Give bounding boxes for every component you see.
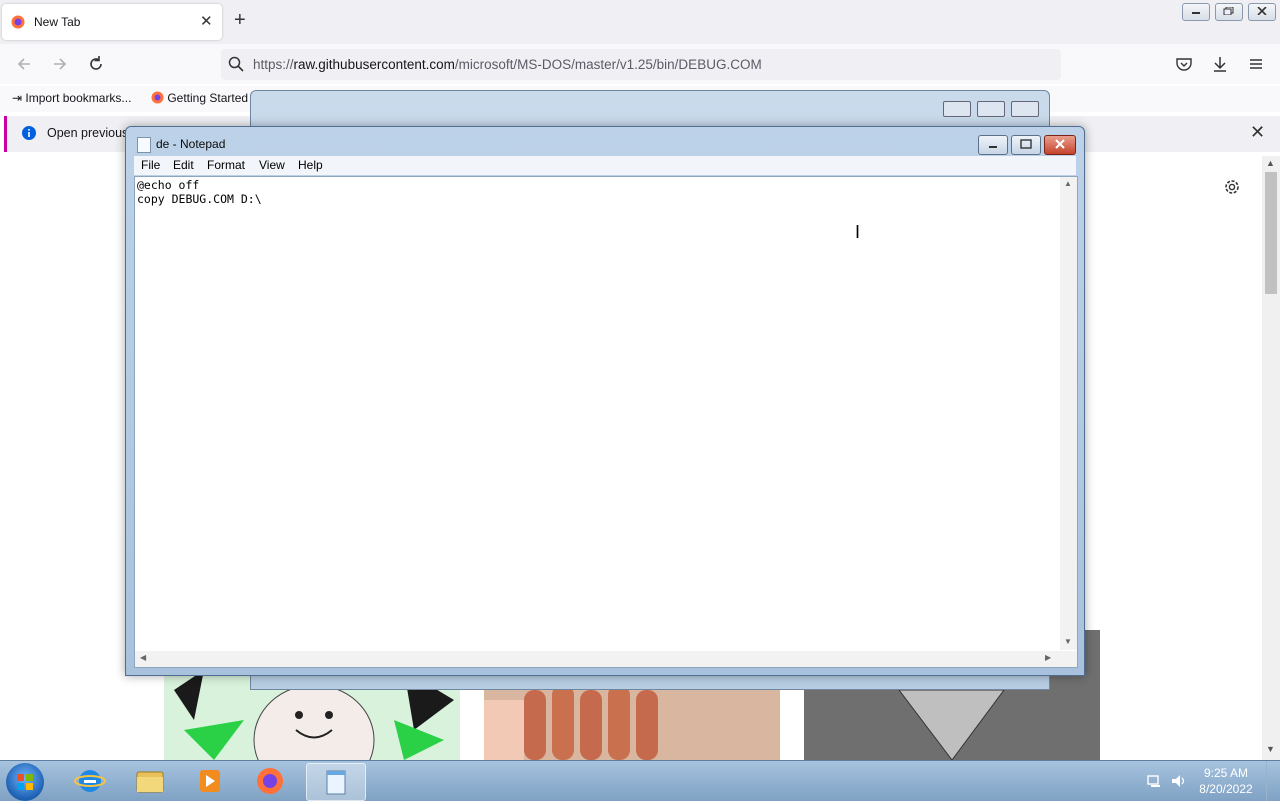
scrollbar-thumb[interactable] xyxy=(1265,172,1277,294)
notepad-text-area[interactable]: @echo off copy DEBUG.COM D:\ ▲ ▼ ◀ ▶ xyxy=(134,176,1078,668)
show-desktop-button[interactable] xyxy=(1266,761,1280,801)
minimize-button[interactable] xyxy=(943,101,971,117)
folder-icon xyxy=(136,771,164,793)
reload-button[interactable] xyxy=(86,54,106,74)
close-icon[interactable]: ✕ xyxy=(200,12,213,30)
tab-new-tab[interactable]: New Tab ✕ xyxy=(2,4,222,40)
url-path: /microsoft/MS-DOS/master/v1.25/bin/DEBUG… xyxy=(454,57,762,72)
maximize-button[interactable] xyxy=(977,101,1005,117)
internet-explorer-icon xyxy=(74,770,106,792)
pocket-button[interactable] xyxy=(1174,54,1194,74)
minimize-button[interactable] xyxy=(1182,3,1210,21)
close-window-button[interactable] xyxy=(1044,135,1076,155)
menu-edit[interactable]: Edit xyxy=(173,158,194,172)
import-icon: ⇥ xyxy=(12,91,23,105)
url-prefix: https:// xyxy=(253,57,294,72)
notepad-icon xyxy=(326,770,346,795)
url-host: raw.githubusercontent.com xyxy=(293,57,455,72)
taskbar-media-player[interactable] xyxy=(182,763,238,799)
gear-icon[interactable] xyxy=(1222,177,1242,197)
notification-message: Open previous xyxy=(47,126,129,140)
arrow-right-icon xyxy=(54,58,67,70)
scroll-down-icon[interactable]: ▼ xyxy=(1266,744,1275,754)
restore-button[interactable] xyxy=(1215,3,1243,21)
url-bar[interactable]: https://raw.githubusercontent.com/micros… xyxy=(221,49,1061,80)
close-window-button[interactable] xyxy=(1248,3,1276,21)
reload-icon xyxy=(90,56,102,70)
tab-strip: New Tab ✕ + xyxy=(0,0,1280,44)
media-player-icon xyxy=(200,770,220,792)
maximize-button[interactable] xyxy=(1011,135,1041,155)
text-cursor-icon: I xyxy=(855,222,861,242)
taskbar: 9:25 AM 8/20/2022 xyxy=(0,760,1280,801)
firefox-icon xyxy=(257,768,283,794)
hamburger-icon xyxy=(1250,59,1262,69)
taskbar-notepad[interactable] xyxy=(306,763,366,801)
close-icon[interactable]: ✕ xyxy=(1250,122,1265,143)
close-window-button[interactable] xyxy=(1011,101,1039,117)
firefox-icon xyxy=(11,15,25,32)
scroll-right-icon[interactable]: ▶ xyxy=(1045,653,1051,662)
notepad-vertical-scrollbar[interactable]: ▲ ▼ xyxy=(1060,177,1077,650)
scroll-up-icon[interactable]: ▲ xyxy=(1064,179,1072,188)
downloads-button[interactable] xyxy=(1210,54,1230,74)
scroll-left-icon[interactable]: ◀ xyxy=(140,653,146,662)
new-tab-button[interactable]: + xyxy=(234,9,246,32)
volume-icon[interactable] xyxy=(1170,773,1188,789)
app-menu-button[interactable] xyxy=(1246,54,1266,74)
download-icon xyxy=(1214,57,1226,72)
scroll-down-icon[interactable]: ▼ xyxy=(1064,637,1072,646)
taskbar-explorer[interactable] xyxy=(122,763,178,799)
menu-file[interactable]: File xyxy=(141,158,160,172)
getting-started-link[interactable]: Getting Started xyxy=(151,91,248,105)
start-button[interactable] xyxy=(6,763,44,801)
taskbar-internet-explorer[interactable] xyxy=(62,763,118,799)
import-bookmarks-label: Import bookmarks... xyxy=(25,91,132,105)
back-button[interactable] xyxy=(14,54,34,74)
notepad-window: de - Notepad File Edit Format View Help … xyxy=(125,126,1085,676)
clock-time: 9:25 AM xyxy=(1203,766,1249,780)
scroll-up-icon[interactable]: ▲ xyxy=(1266,158,1275,168)
notepad-horizontal-scrollbar[interactable]: ◀ ▶ xyxy=(135,651,1060,667)
arrow-left-icon xyxy=(17,58,30,70)
search-icon xyxy=(228,56,244,72)
network-icon[interactable] xyxy=(1146,773,1162,789)
minimize-button[interactable] xyxy=(978,135,1008,155)
page-scrollbar[interactable]: ▲ ▼ xyxy=(1262,156,1280,760)
firefox-icon xyxy=(151,91,164,104)
url-text[interactable]: https://raw.githubusercontent.com/micros… xyxy=(253,57,762,72)
info-icon xyxy=(22,126,36,140)
notepad-title: de - Notepad xyxy=(156,137,226,151)
import-bookmarks-link[interactable]: ⇥ Import bookmarks... xyxy=(12,91,131,105)
notepad-icon xyxy=(137,137,151,153)
clock-date: 8/20/2022 xyxy=(1199,782,1253,796)
notepad-content[interactable]: @echo off copy DEBUG.COM D:\ xyxy=(137,178,262,206)
menu-format[interactable]: Format xyxy=(207,158,245,172)
menu-view[interactable]: View xyxy=(259,158,285,172)
getting-started-label: Getting Started xyxy=(167,91,249,105)
taskbar-clock[interactable]: 9:25 AM 8/20/2022 xyxy=(1196,765,1256,797)
notepad-menu-bar: File Edit Format View Help xyxy=(134,156,1076,175)
pocket-icon xyxy=(1176,58,1192,71)
windows-logo-icon xyxy=(17,774,33,790)
resize-grip[interactable] xyxy=(1060,651,1077,667)
taskbar-firefox[interactable] xyxy=(242,763,298,799)
tab-title: New Tab xyxy=(34,15,81,29)
forward-button[interactable] xyxy=(50,54,70,74)
menu-help[interactable]: Help xyxy=(298,158,323,172)
